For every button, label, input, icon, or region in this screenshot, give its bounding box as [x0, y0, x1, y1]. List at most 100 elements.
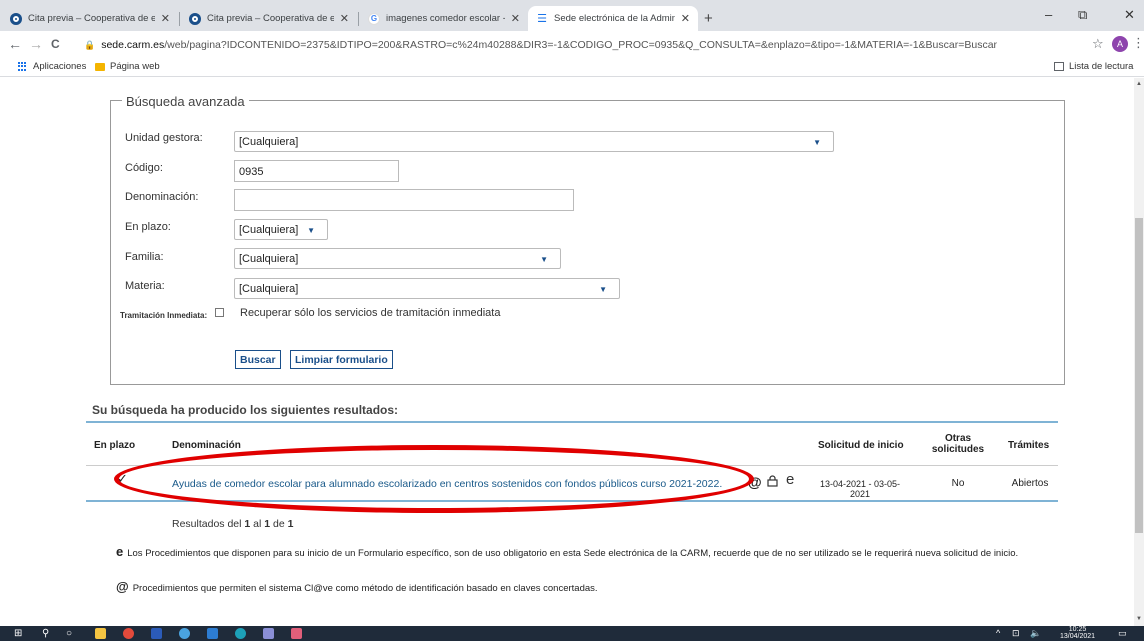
formulario-e-icon: e — [786, 471, 795, 488]
reload-button[interactable]: C — [51, 37, 60, 51]
address-bar[interactable]: 🔒 sede.carm.es/web/pagina?IDCONTENIDO=23… — [84, 34, 1080, 56]
codigo-input[interactable]: 0935 — [234, 160, 399, 182]
results-table-top-border — [86, 421, 1058, 423]
chevron-down-icon: ▼ — [599, 285, 607, 294]
scroll-down-icon[interactable]: ▼ — [1136, 616, 1142, 622]
limpiar-formulario-button[interactable]: Limpiar formulario — [290, 350, 393, 369]
tab-close-icon[interactable]: ✕ — [681, 12, 690, 25]
bookmark-star-icon[interactable]: ☆ — [1092, 36, 1104, 52]
en-plazo-select[interactable]: [Cualquiera] ▼ — [234, 219, 328, 240]
header-otras-line1: Otras — [944, 433, 972, 444]
bookmark-apps[interactable]: Aplicaciones — [18, 61, 86, 72]
en-plazo-value: [Cualquiera] — [239, 223, 299, 236]
bookmark-label: Página web — [110, 61, 160, 72]
denominacion-label: Denominación: — [125, 191, 199, 203]
cortana-icon[interactable]: ○ — [66, 628, 72, 639]
tab-label: Cita previa – Cooperativa de ense — [28, 13, 155, 24]
back-button[interactable]: ← — [8, 36, 22, 52]
tray-chevron-icon[interactable]: ^ — [996, 628, 1000, 638]
tab-cita-previa-1[interactable]: Cita previa – Cooperativa de ense ✕ — [2, 6, 178, 31]
lock-icon — [767, 475, 778, 490]
results-header-separator — [86, 465, 1058, 466]
bookmarks-bar: Aplicaciones Página web Lista de lectura — [0, 59, 1144, 77]
reading-list[interactable]: Lista de lectura — [1054, 61, 1133, 72]
header-otras-solicitudes: Otras solicitudes — [922, 433, 994, 455]
chrome-canary-icon[interactable] — [291, 628, 302, 639]
familia-label: Familia: — [125, 251, 164, 263]
tab-label: Sede electrónica de la Administr — [554, 13, 675, 24]
tab-sede-electronica[interactable]: ☰ Sede electrónica de la Administr ✕ — [528, 6, 698, 31]
note-clave: @ Procedimientos que permiten el sistema … — [116, 580, 1036, 595]
reading-list-label: Lista de lectura — [1069, 61, 1134, 72]
word-icon[interactable] — [151, 628, 162, 639]
browser-tab-strip: Cita previa – Cooperativa de ense ✕ Cita… — [0, 0, 1144, 31]
chrome-icon[interactable] — [123, 628, 134, 639]
forward-button[interactable]: → — [29, 36, 43, 52]
search-icon[interactable]: ⚲ — [42, 628, 49, 639]
new-tab-button[interactable]: + — [704, 10, 713, 27]
header-otras-line2: solicitudes — [931, 444, 985, 455]
scrollbar-thumb[interactable] — [1135, 218, 1143, 533]
clave-at-icon: @ — [116, 579, 129, 594]
materia-select[interactable]: [Cualquiera] ▼ — [234, 278, 620, 299]
browser-toolbar: ← → C 🔒 sede.carm.es/web/pagina?IDCONTEN… — [0, 31, 1144, 59]
results-count-mid2: de — [273, 518, 285, 530]
reading-list-icon — [1054, 62, 1064, 71]
network-icon[interactable]: ⊡ — [1012, 628, 1020, 639]
denominacion-input[interactable] — [234, 189, 574, 211]
buscar-button[interactable]: Buscar — [235, 350, 281, 369]
page-content: Búsqueda avanzada Unidad gestora: [Cualq… — [0, 78, 1134, 626]
page-scrollbar[interactable]: ▲ ▼ — [1134, 78, 1144, 626]
bookmark-webpage[interactable]: Página web — [95, 61, 160, 72]
unidad-gestora-label: Unidad gestora: — [125, 132, 203, 144]
minimize-button[interactable]: – — [1045, 7, 1052, 22]
otras-solicitudes-value: No — [951, 478, 965, 489]
file-explorer-icon[interactable] — [95, 628, 106, 639]
volume-icon[interactable]: 🔈 — [1030, 628, 1041, 639]
clock-time: 10:25 — [1068, 626, 1087, 633]
clock[interactable]: 10:25 13/04/2021 — [1060, 626, 1095, 640]
cooperativa-favicon-icon — [189, 12, 201, 25]
google-favicon-icon: G — [368, 12, 380, 25]
unidad-gestora-select[interactable]: [Cualquiera] ▼ — [234, 131, 834, 152]
tramitacion-label: Tramitación Inmediata: — [120, 311, 208, 320]
note-clave-text: Procedimientos que permiten el sistema C… — [132, 583, 598, 594]
app-icon[interactable] — [263, 628, 274, 639]
procedure-link[interactable]: Ayudas de comedor escolar para alumnado … — [172, 478, 722, 490]
codigo-label: Código: — [125, 162, 163, 174]
notifications-icon[interactable]: ▭ — [1118, 628, 1127, 639]
tab-cita-previa-2[interactable]: Cita previa – Cooperativa de ense ✕ — [181, 6, 357, 31]
tab-close-icon[interactable]: ✕ — [340, 12, 349, 25]
en-plazo-label: En plazo: — [125, 221, 171, 233]
restore-button[interactable]: ⧉ — [1078, 7, 1087, 23]
results-count: Resultados del 1 al 1 de 1 — [172, 518, 293, 530]
windows-start-icon[interactable]: ⊞ — [14, 628, 22, 639]
url-path: /web/pagina?IDCONTENIDO=2375&IDTIPO=200&… — [164, 39, 998, 51]
checkmark-icon: ✓ — [117, 471, 128, 486]
results-count-from: 1 — [244, 518, 251, 530]
tramitacion-checkbox[interactable] — [215, 308, 224, 317]
edge-icon[interactable] — [179, 628, 190, 639]
cooperativa-favicon-icon — [10, 12, 22, 25]
tab-label: imagenes comedor escolar - Bús — [386, 13, 505, 24]
window-close-button[interactable]: ✕ — [1124, 7, 1135, 23]
url-host: sede.carm.es — [101, 39, 165, 51]
familia-select[interactable]: [Cualquiera] ▼ — [234, 248, 561, 269]
menu-icon[interactable]: ⋮ — [1132, 35, 1144, 51]
scroll-up-icon[interactable]: ▲ — [1136, 81, 1142, 87]
unidad-gestora-value: [Cualquiera] — [239, 135, 299, 148]
edge-new-icon[interactable] — [235, 628, 246, 639]
tab-google-search[interactable]: G imagenes comedor escolar - Bús ✕ — [360, 6, 528, 31]
tab-close-icon[interactable]: ✕ — [161, 12, 170, 25]
tramites-value: Abiertos — [1011, 478, 1049, 489]
bookmark-label: Aplicaciones — [33, 61, 87, 72]
tab-divider — [358, 12, 359, 26]
mail-icon[interactable] — [207, 628, 218, 639]
solicitud-dates: 13-04-2021 - 03-05-2021 — [819, 479, 901, 499]
profile-avatar[interactable]: A — [1112, 36, 1128, 52]
results-table-bottom-border — [86, 500, 1058, 502]
materia-value: [Cualquiera] — [239, 282, 299, 295]
formulario-e-icon: e — [116, 544, 124, 559]
tramitacion-text: Recuperar sólo los servicios de tramitac… — [240, 307, 501, 319]
tab-close-icon[interactable]: ✕ — [511, 12, 520, 25]
